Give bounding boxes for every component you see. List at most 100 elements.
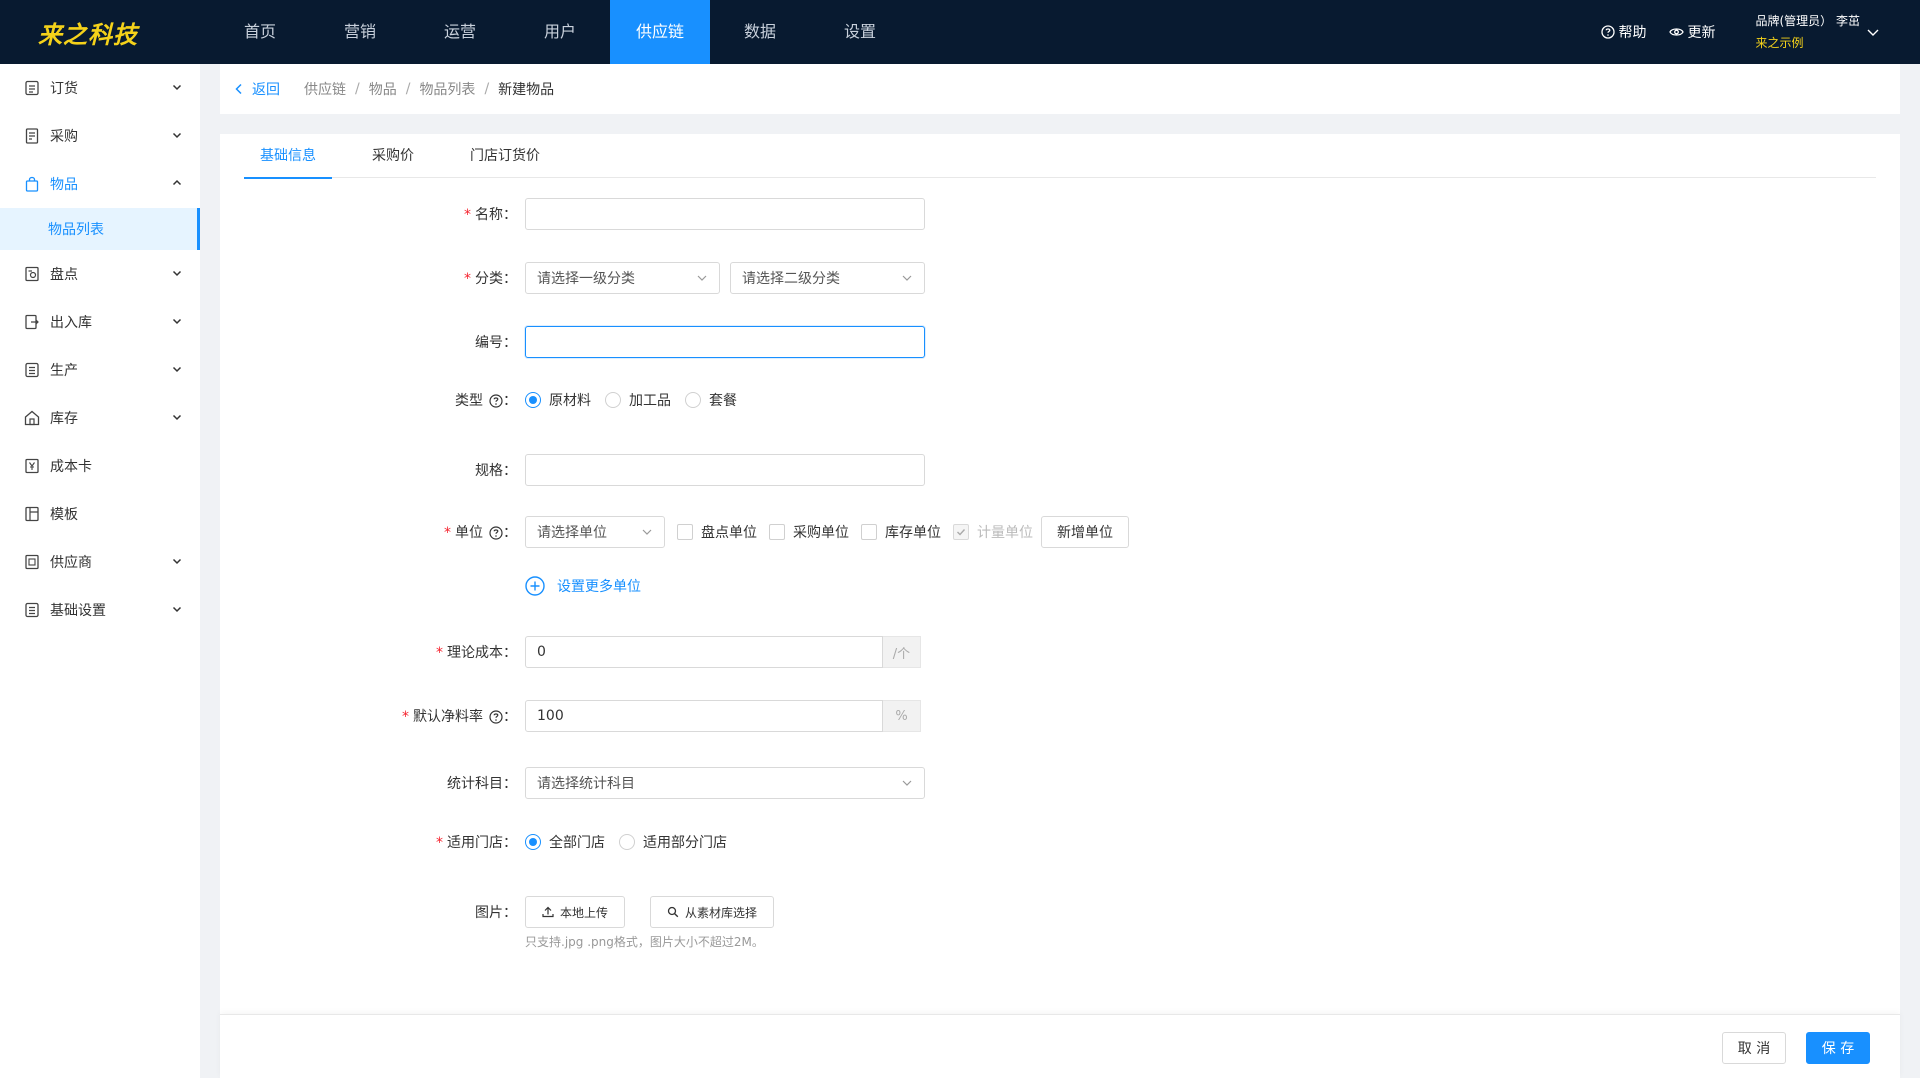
code-input[interactable] bbox=[525, 326, 925, 358]
purchase-icon bbox=[24, 128, 40, 144]
sidebar-item-template[interactable]: 模板 bbox=[0, 490, 200, 538]
production-icon bbox=[24, 362, 40, 378]
radio-processed[interactable]: 加工品 bbox=[605, 390, 671, 410]
sidebar-item-purchase[interactable]: 采购 bbox=[0, 112, 200, 160]
question-circle-icon[interactable] bbox=[489, 526, 503, 540]
help-circle-icon bbox=[1600, 25, 1615, 39]
form-row-unit: * 单位： 请选择单位 盘点单位 采购单位 库存单位 计量单位 新增单位 bbox=[220, 516, 1900, 548]
checkbox-stock-unit[interactable]: 库存单位 bbox=[861, 522, 941, 542]
cost-input[interactable]: 0 bbox=[525, 636, 883, 668]
checkbox-count-unit[interactable]: 盘点单位 bbox=[677, 522, 757, 542]
radio-dot bbox=[685, 392, 701, 408]
checkbox-box bbox=[677, 524, 693, 540]
upload-icon bbox=[542, 906, 554, 918]
tab-basic-info[interactable]: 基础信息 bbox=[244, 134, 332, 179]
plus-circle-icon bbox=[525, 576, 545, 596]
save-button[interactable]: 保 存 bbox=[1806, 1032, 1870, 1064]
back-button[interactable]: 返回 bbox=[234, 79, 280, 99]
nav-item-settings[interactable]: 设置 bbox=[810, 0, 910, 64]
nav-item-supply-chain[interactable]: 供应链 bbox=[610, 0, 710, 64]
category-level2-select[interactable]: 请选择二级分类 bbox=[730, 262, 925, 294]
sidebar-item-basic-settings[interactable]: 基础设置 bbox=[0, 586, 200, 634]
radio-label: 加工品 bbox=[629, 393, 671, 409]
nav-item-users[interactable]: 用户 bbox=[510, 0, 610, 64]
radio-partial-stores[interactable]: 适用部分门店 bbox=[619, 832, 727, 852]
update-link[interactable]: 更新 bbox=[1668, 22, 1716, 42]
unit-select[interactable]: 请选择单位 bbox=[525, 516, 665, 548]
sidebar-item-stock[interactable]: 库存 bbox=[0, 394, 200, 442]
chevron-down-icon bbox=[902, 275, 912, 281]
radio-label: 适用部分门店 bbox=[643, 835, 727, 851]
net-rate-input[interactable]: 100 bbox=[525, 700, 883, 732]
sidebar-item-label: 订货 bbox=[50, 81, 78, 97]
sidebar-subitem-goods-list[interactable]: 物品列表 bbox=[0, 208, 200, 250]
radio-label: 全部门店 bbox=[549, 835, 605, 851]
chevron-down-icon bbox=[172, 558, 182, 565]
breadcrumb-separator: / bbox=[484, 81, 490, 97]
percent-addon: % bbox=[883, 700, 921, 732]
top-navigation-bar: 来之科技 首页 营销 运营 用户 供应链 数据 设置 帮助 更新 品牌(管理员）… bbox=[0, 0, 1920, 64]
form-row-more-units: 设置更多单位 bbox=[220, 576, 1900, 596]
nav-item-operations[interactable]: 运营 bbox=[410, 0, 510, 64]
sidebar-item-label: 模板 bbox=[50, 507, 78, 523]
tab-store-order-price[interactable]: 门店订货价 bbox=[454, 134, 556, 178]
sidebar-item-label: 基础设置 bbox=[50, 603, 106, 619]
settings-list-icon bbox=[24, 602, 40, 618]
field-label: * 单位： bbox=[444, 525, 517, 541]
tab-purchase-price[interactable]: 采购价 bbox=[356, 134, 430, 178]
brand-logo[interactable]: 来之科技 bbox=[0, 0, 210, 64]
sidebar-item-label: 生产 bbox=[50, 363, 78, 379]
field-label: * 分类： bbox=[464, 271, 517, 287]
nav-item-data[interactable]: 数据 bbox=[710, 0, 810, 64]
sidebar-item-goods[interactable]: 物品 bbox=[0, 160, 200, 208]
warehouse-io-icon bbox=[24, 314, 40, 330]
add-unit-button[interactable]: 新增单位 bbox=[1041, 516, 1129, 548]
radio-dot bbox=[525, 834, 541, 850]
breadcrumb: 返回 供应链 / 物品 / 物品列表 / 新建物品 bbox=[220, 64, 1900, 114]
check-icon bbox=[957, 529, 966, 536]
sidebar-item-warehouse-io[interactable]: 出入库 bbox=[0, 298, 200, 346]
button-label: 本地上传 bbox=[559, 905, 608, 920]
question-circle-icon[interactable] bbox=[489, 710, 503, 724]
sidebar-item-production[interactable]: 生产 bbox=[0, 346, 200, 394]
form-row-type: 类型： 原材料 加工品 套餐 bbox=[220, 390, 1900, 410]
form-row-code: 编号： bbox=[220, 326, 1900, 358]
breadcrumb-item[interactable]: 物品列表 bbox=[419, 79, 475, 99]
radio-combo[interactable]: 套餐 bbox=[685, 390, 737, 410]
breadcrumb-separator: / bbox=[355, 81, 360, 97]
chevron-left-icon bbox=[235, 83, 242, 95]
user-org: 来之示例 bbox=[1755, 36, 1804, 50]
help-link[interactable]: 帮助 bbox=[1600, 22, 1647, 42]
sidebar-item-label: 盘点 bbox=[50, 267, 78, 283]
library-select-button[interactable]: 从素材库选择 bbox=[650, 896, 774, 928]
name-input[interactable] bbox=[525, 198, 925, 230]
eye-refresh-icon bbox=[1668, 28, 1684, 36]
radio-dot bbox=[605, 392, 621, 408]
user-menu[interactable]: 品牌(管理员） 李茁 来之示例 bbox=[1756, 10, 1861, 54]
sidebar-item-supplier[interactable]: 供应商 bbox=[0, 538, 200, 586]
chevron-down-icon[interactable] bbox=[1866, 25, 1880, 39]
chevron-down-icon bbox=[172, 318, 182, 325]
sidebar-item-order[interactable]: 订货 bbox=[0, 64, 200, 112]
sidebar-item-cost-card[interactable]: 成本卡 bbox=[0, 442, 200, 490]
subject-select[interactable]: 请选择统计科目 bbox=[525, 767, 925, 799]
category-level1-select[interactable]: 请选择一级分类 bbox=[525, 262, 720, 294]
local-upload-button[interactable]: 本地上传 bbox=[525, 896, 625, 928]
radio-raw-material[interactable]: 原材料 bbox=[525, 390, 591, 410]
question-circle-icon[interactable] bbox=[489, 394, 503, 408]
checkbox-purchase-unit[interactable]: 采购单位 bbox=[769, 522, 849, 542]
checkbox-box bbox=[953, 524, 969, 540]
nav-item-home[interactable]: 首页 bbox=[210, 0, 310, 64]
cancel-button[interactable]: 取 消 bbox=[1722, 1032, 1786, 1064]
checkbox-box bbox=[861, 524, 877, 540]
template-icon bbox=[24, 506, 40, 522]
spec-input[interactable] bbox=[525, 454, 925, 486]
more-units-link[interactable]: 设置更多单位 bbox=[525, 576, 641, 596]
select-placeholder: 请选择统计科目 bbox=[537, 776, 635, 792]
breadcrumb-item[interactable]: 物品 bbox=[369, 79, 397, 99]
sidebar-item-label: 物品 bbox=[50, 177, 78, 193]
sidebar-item-stocktake[interactable]: 盘点 bbox=[0, 250, 200, 298]
radio-all-stores[interactable]: 全部门店 bbox=[525, 832, 605, 852]
nav-item-marketing[interactable]: 营销 bbox=[310, 0, 410, 64]
breadcrumb-item[interactable]: 供应链 bbox=[304, 79, 346, 99]
